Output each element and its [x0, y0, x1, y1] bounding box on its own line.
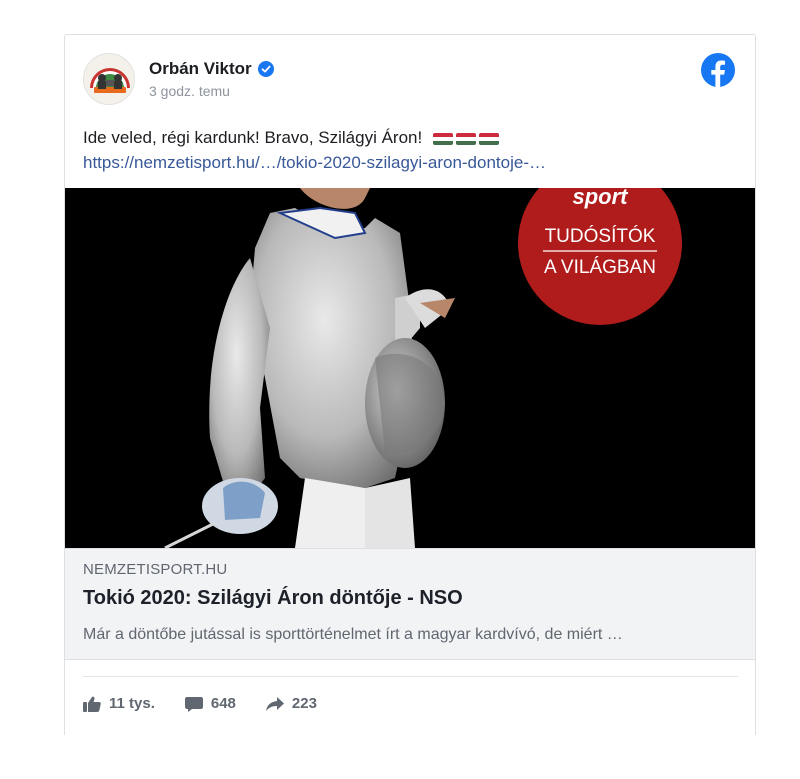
badge-brand-text: sport: [573, 188, 630, 209]
hungarian-flag-icon: [432, 132, 453, 145]
preview-title[interactable]: Tokió 2020: Szilágyi Áron döntője - NSO: [83, 587, 463, 610]
facebook-post-card: Orbán Viktor 3 godz. temu Ide veled, rég…: [64, 34, 756, 735]
author-name[interactable]: Orbán Viktor: [149, 59, 252, 79]
share-count: 223: [291, 695, 317, 712]
hungarian-flag-icon: [478, 132, 499, 145]
facebook-logo-icon[interactable]: [701, 53, 735, 87]
actions-divider: [83, 676, 738, 677]
preview-description: Már a döntőbe jutással is sporttörténelm…: [83, 626, 623, 643]
fencer-photo: sport TUDÓSÍTÓK A VILÁGBAN: [65, 188, 755, 548]
post-header: Orbán Viktor 3 godz. temu: [83, 53, 735, 109]
author-name-row: Orbán Viktor: [149, 59, 274, 79]
share-stat[interactable]: 223: [265, 695, 317, 712]
like-count: 11 tys.: [109, 695, 155, 712]
like-stat[interactable]: 11 tys.: [83, 695, 155, 712]
badge-line2-text: A VILÁGBAN: [544, 257, 656, 278]
avatar-image: [84, 54, 134, 104]
post-text-block: Ide veled, régi kardunk! Bravo, Szilágyi…: [83, 125, 733, 175]
hungarian-flag-icon: [455, 132, 476, 145]
link-preview-image[interactable]: sport TUDÓSÍTÓK A VILÁGBAN: [65, 188, 755, 548]
comment-icon: [184, 696, 203, 712]
thumbs-up-icon: [83, 696, 101, 712]
hungarian-flags: [432, 132, 499, 145]
author-avatar[interactable]: [83, 53, 135, 105]
post-text-line: Ide veled, régi kardunk! Bravo, Szilágyi…: [83, 125, 733, 151]
badge-line1-text: TUDÓSÍTÓK: [545, 225, 656, 247]
post-timestamp[interactable]: 3 godz. temu: [149, 83, 230, 99]
post-link[interactable]: https://nemzetisport.hu/…/tokio-2020-szi…: [83, 151, 733, 175]
preview-domain: NEMZETISPORT.HU: [83, 561, 228, 578]
share-arrow-icon: [265, 696, 284, 711]
link-preview-box[interactable]: NEMZETISPORT.HU Tokió 2020: Szilágyi Áro…: [65, 548, 755, 660]
post-text: Ide veled, régi kardunk! Bravo, Szilágyi…: [83, 128, 423, 147]
comment-stat[interactable]: 648: [184, 695, 236, 712]
post-stats-bar: 11 tys. 648 223: [83, 695, 347, 712]
verified-badge-icon: [257, 61, 274, 77]
comment-count: 648: [210, 695, 236, 712]
